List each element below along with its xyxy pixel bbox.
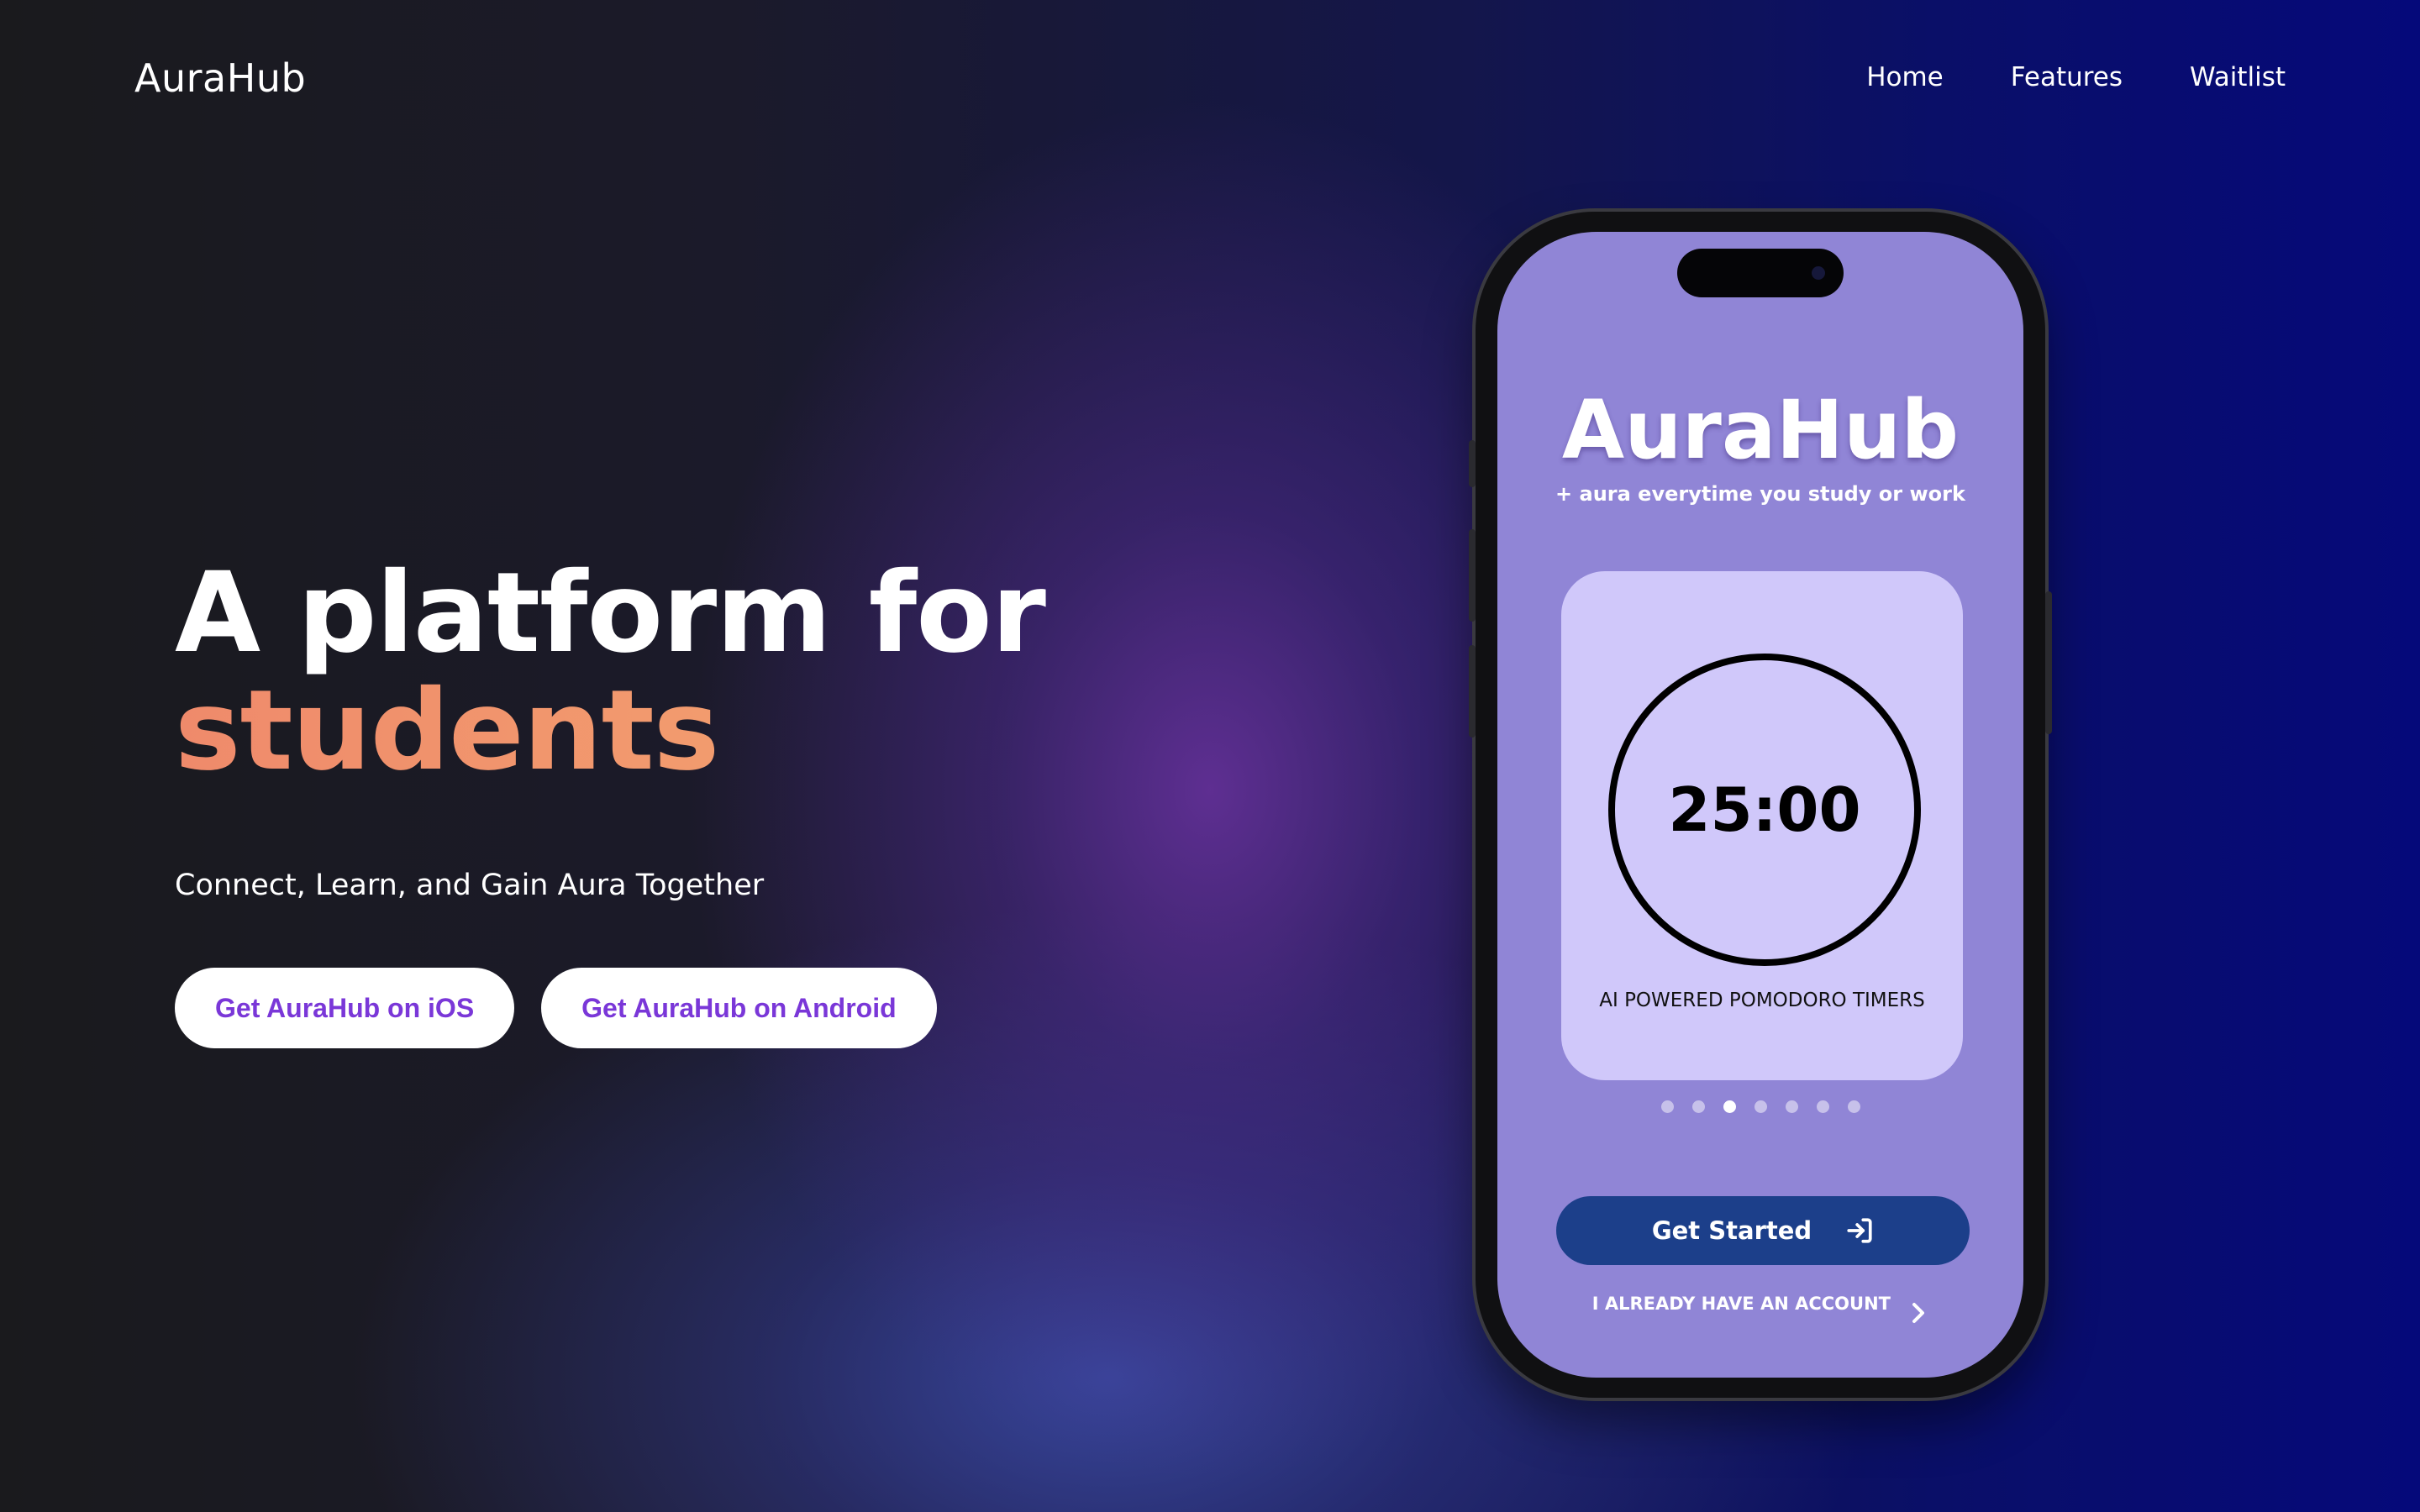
feature-caption: AI POWERED POMODORO TIMERS [1599, 990, 1925, 1011]
nav-link-home[interactable]: Home [1866, 62, 1944, 92]
hero-title-line1: A platform for [175, 549, 1046, 678]
phone-volume-down-button [1469, 645, 1476, 738]
hero-title-highlight: students [175, 672, 1045, 790]
nav-link-features[interactable]: Features [2011, 62, 2123, 92]
carousel-dot[interactable] [1691, 1100, 1705, 1113]
carousel-dot[interactable] [1816, 1100, 1829, 1113]
login-link-label: I ALREADY HAVE AN ACCOUNT [1591, 1294, 1891, 1314]
timer-ring: 25:00 [1608, 654, 1921, 966]
carousel-dots [1497, 1100, 2023, 1113]
site-logo[interactable]: AuraHub [134, 55, 306, 101]
carousel-dot[interactable] [1660, 1100, 1674, 1113]
hero-subtitle: Connect, Learn, and Gain Aura Together [175, 869, 765, 902]
phone-power-button [2045, 591, 2052, 734]
nav-link-waitlist[interactable]: Waitlist [2190, 62, 2286, 92]
carousel-dot[interactable] [1785, 1100, 1798, 1113]
carousel-dot[interactable] [1847, 1100, 1860, 1113]
login-link[interactable]: I ALREADY HAVE AN ACCOUNT [1497, 1292, 2023, 1323]
get-started-button[interactable]: Get Started [1556, 1196, 1970, 1265]
phone-volume-up-button [1469, 529, 1476, 622]
hero-title: A platform for students [175, 549, 1046, 790]
carousel-dot-active[interactable] [1723, 1100, 1736, 1113]
phone-action-button [1469, 440, 1476, 487]
get-ios-button[interactable]: Get AuraHub on iOS [175, 968, 515, 1048]
main-nav: Home Features Waitlist [1866, 62, 2286, 92]
carousel-dot[interactable] [1754, 1100, 1767, 1113]
get-started-label: Get Started [1651, 1216, 1812, 1245]
chevron-right-icon [1912, 1303, 1925, 1323]
dynamic-island [1677, 249, 1844, 297]
feature-card[interactable]: 25:00 AI POWERED POMODORO TIMERS [1561, 571, 1963, 1080]
get-android-button[interactable]: Get AuraHub on Android [541, 968, 937, 1048]
phone-mockup: AuraHub + aura everytime you study or wo… [1469, 212, 2052, 1398]
front-camera [1812, 266, 1825, 280]
phone-screen: AuraHub + aura everytime you study or wo… [1497, 232, 2023, 1378]
cta-row: Get AuraHub on iOS Get AuraHub on Androi… [175, 968, 937, 1048]
app-tagline: + aura everytime you study or work [1555, 482, 1965, 506]
app-title: AuraHub [1561, 383, 1960, 477]
timer-display: 25:00 [1668, 774, 1861, 845]
login-arrow-icon [1847, 1218, 1872, 1243]
